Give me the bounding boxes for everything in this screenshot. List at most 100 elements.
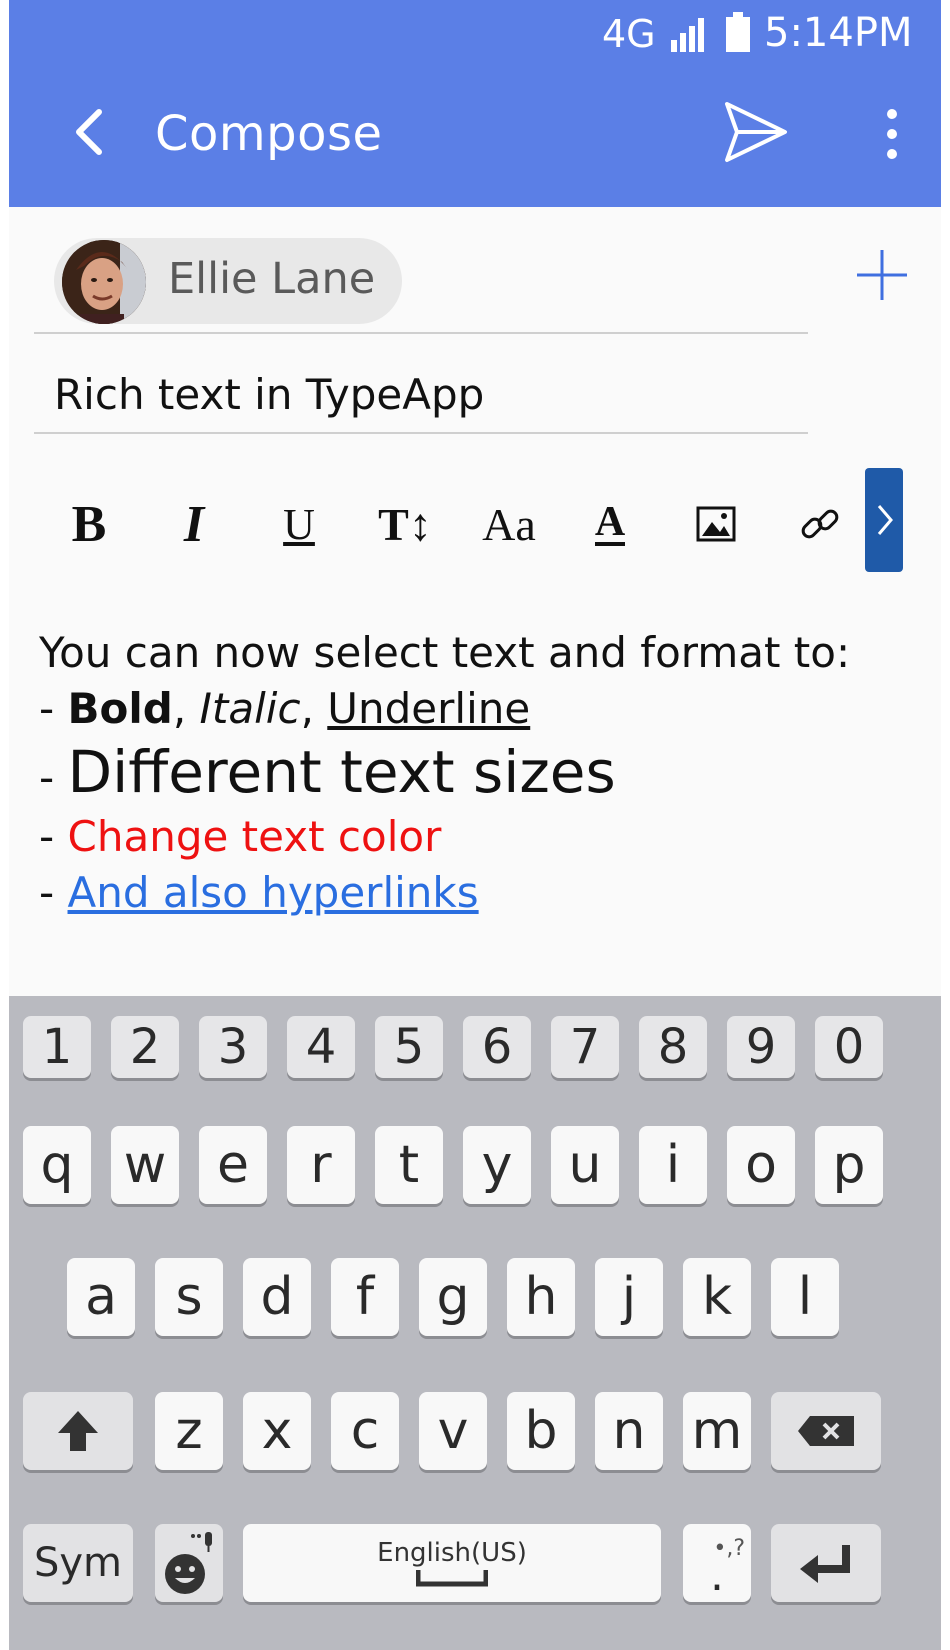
key-d[interactable]: d (243, 1258, 311, 1336)
key-7[interactable]: 7 (551, 1016, 619, 1078)
key-s[interactable]: s (155, 1258, 223, 1336)
key-y[interactable]: y (463, 1126, 531, 1204)
underline-button[interactable]: U (264, 490, 334, 558)
space-language-label: English(US) (377, 1538, 527, 1568)
font-button[interactable]: Aa (471, 490, 547, 558)
key-3[interactable]: 3 (199, 1016, 267, 1078)
backspace-key[interactable] (771, 1392, 881, 1470)
key-m[interactable]: m (683, 1392, 751, 1470)
signal-icon (671, 18, 704, 52)
shift-key[interactable] (23, 1392, 133, 1470)
key-p[interactable]: p (815, 1126, 883, 1204)
key-w[interactable]: w (111, 1126, 179, 1204)
bullet-dash: - (39, 684, 68, 733)
key-f[interactable]: f (331, 1258, 399, 1336)
recipient-chip[interactable]: Ellie Lane (54, 238, 402, 324)
body-line: - Bold, Italic, Underline (39, 684, 850, 740)
network-type: 4G (602, 12, 656, 56)
key-j[interactable]: j (595, 1258, 663, 1336)
red-text: Change text color (67, 812, 442, 861)
shift-arrow-icon (58, 1411, 98, 1451)
page-title: Compose (155, 106, 383, 162)
body-line: - And also hyperlinks (39, 868, 850, 924)
bold-text: Bold (67, 684, 173, 733)
app-bar: Compose (9, 62, 941, 207)
underline-text: Underline (327, 684, 531, 733)
bullet-dash: - (39, 812, 68, 861)
key-e[interactable]: e (199, 1126, 267, 1204)
key-r[interactable]: r (287, 1126, 355, 1204)
avatar (62, 240, 146, 324)
key-2[interactable]: 2 (111, 1016, 179, 1078)
key-6[interactable]: 6 (463, 1016, 531, 1078)
text-color-label: A (594, 499, 626, 546)
text-color-button[interactable]: A (575, 490, 645, 558)
bullet-dash: - (39, 753, 68, 802)
insert-link-button[interactable] (785, 490, 855, 558)
key-u[interactable]: u (551, 1126, 619, 1204)
more-vert-icon[interactable] (877, 102, 907, 166)
insert-image-button[interactable] (681, 490, 751, 558)
key-i[interactable]: i (639, 1126, 707, 1204)
key-v[interactable]: v (419, 1392, 487, 1470)
battery-icon (726, 12, 750, 52)
hyperlink[interactable]: And also hyperlinks (68, 868, 479, 917)
keyboard: 1 2 3 4 5 6 7 8 9 0 q w e r t y u i o p … (9, 996, 941, 1650)
period-label: . (710, 1549, 724, 1601)
text-size-button[interactable]: T↕ (367, 490, 443, 558)
key-g[interactable]: g (419, 1258, 487, 1336)
key-9[interactable]: 9 (727, 1016, 795, 1078)
key-b[interactable]: b (507, 1392, 575, 1470)
bold-button[interactable]: B (54, 490, 124, 558)
key-0[interactable]: 0 (815, 1016, 883, 1078)
key-z[interactable]: z (155, 1392, 223, 1470)
recipients-divider (34, 332, 808, 334)
emoji-key[interactable] (155, 1524, 223, 1602)
key-l[interactable]: l (771, 1258, 839, 1336)
enter-icon (800, 1545, 850, 1583)
key-t[interactable]: t (375, 1126, 443, 1204)
key-a[interactable]: a (67, 1258, 135, 1336)
clock: 5:14PM (764, 10, 913, 56)
key-o[interactable]: o (727, 1126, 795, 1204)
key-h[interactable]: h (507, 1258, 575, 1336)
enter-key[interactable] (771, 1524, 881, 1602)
toolbar-more-button[interactable] (865, 468, 903, 572)
space-key[interactable]: English(US) (243, 1524, 661, 1602)
key-n[interactable]: n (595, 1392, 663, 1470)
body-line: - Different text sizes (39, 738, 850, 812)
key-k[interactable]: k (683, 1258, 751, 1336)
separator: , (300, 684, 328, 733)
body-line: You can now select text and format to: (39, 628, 851, 677)
message-body[interactable]: You can now select text and format to: -… (39, 628, 850, 924)
chevron-left-icon[interactable] (59, 100, 123, 164)
bullet-dash: - (39, 868, 68, 917)
key-x[interactable]: x (243, 1392, 311, 1470)
backspace-icon (798, 1416, 854, 1446)
phone-screen: 4G 5:14PM Compose Ellie Lane Rich text i… (9, 0, 941, 1650)
key-c[interactable]: c (331, 1392, 399, 1470)
separator: , (172, 684, 200, 733)
image-icon (696, 506, 736, 542)
key-5[interactable]: 5 (375, 1016, 443, 1078)
italic-button[interactable]: I (159, 490, 229, 558)
status-bar: 4G 5:14PM (9, 0, 941, 62)
plus-icon[interactable] (855, 248, 909, 302)
key-1[interactable]: 1 (23, 1016, 91, 1078)
key-8[interactable]: 8 (639, 1016, 707, 1078)
link-icon (801, 509, 839, 539)
body-line: - Change text color (39, 812, 850, 868)
recipient-name: Ellie Lane (168, 254, 376, 304)
key-q[interactable]: q (23, 1126, 91, 1204)
key-4[interactable]: 4 (287, 1016, 355, 1078)
send-icon[interactable] (721, 98, 791, 168)
chevron-right-icon (877, 505, 893, 535)
subject-divider (34, 432, 808, 434)
subject-field[interactable]: Rich text in TypeApp (54, 370, 484, 419)
sym-key[interactable]: Sym (23, 1524, 133, 1602)
period-key[interactable]: •,? . (683, 1524, 751, 1602)
large-text: Different text sizes (67, 738, 616, 806)
italic-text: Italic (199, 684, 301, 733)
space-bar-icon (416, 1570, 488, 1587)
emoji-mic-icon (165, 1532, 212, 1594)
